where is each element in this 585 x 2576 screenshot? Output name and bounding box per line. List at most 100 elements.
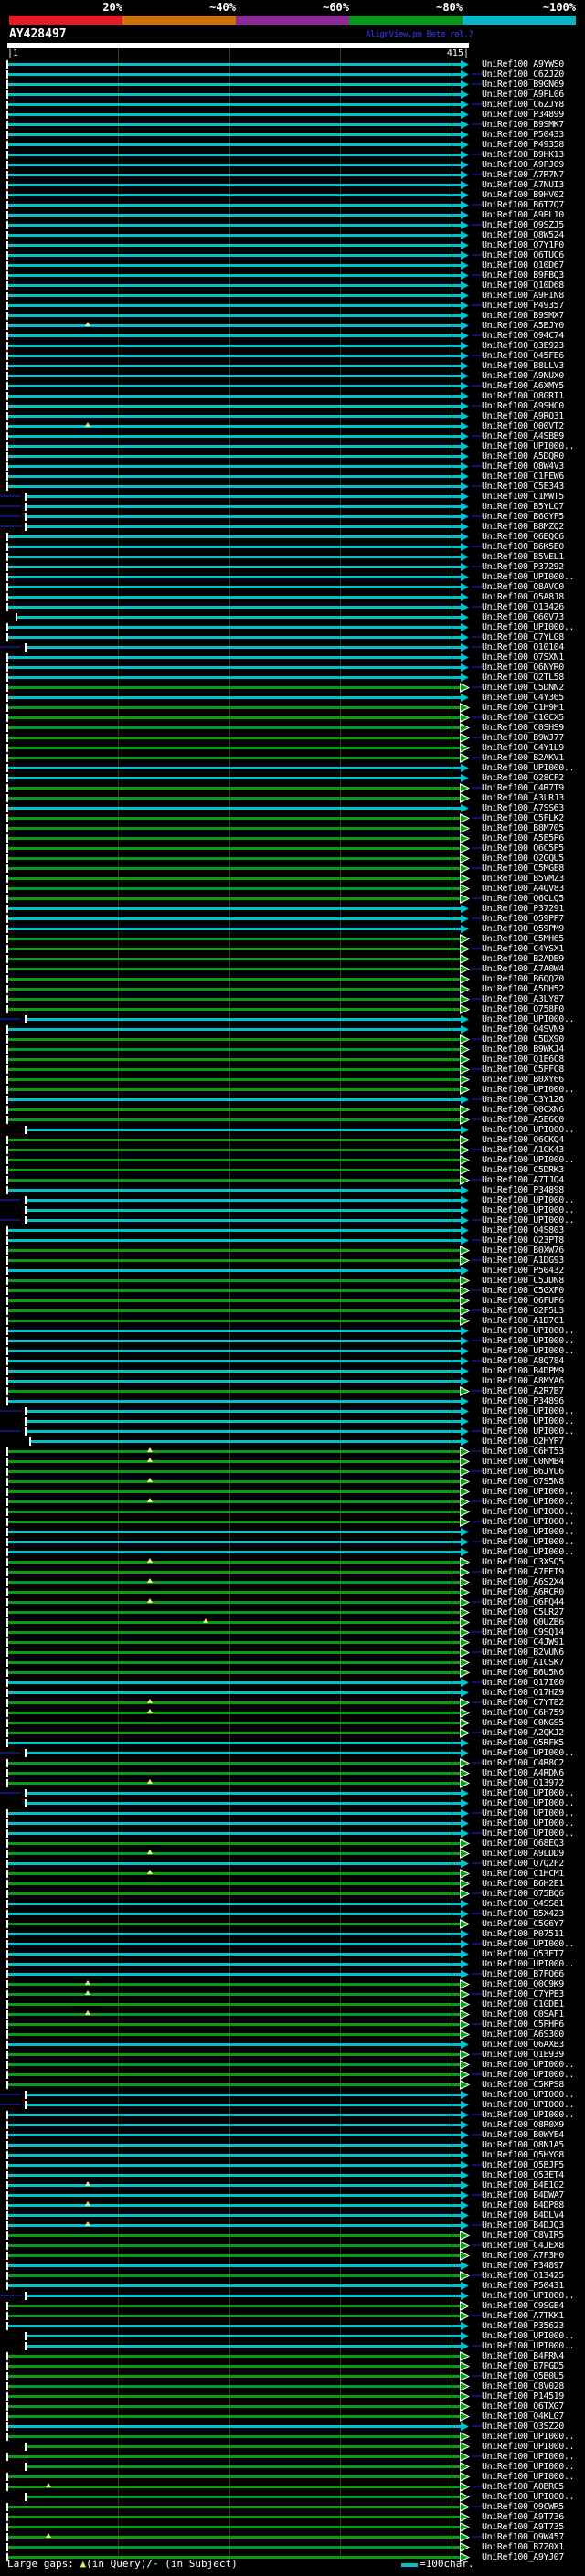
hit-row[interactable]: UniRef100_P50433 [0,130,585,140]
hit-row[interactable]: UniRef100_Q8N1A5 [0,2140,585,2150]
hit-label[interactable]: UniRef100_UPI000.. [482,2331,575,2341]
hit-row[interactable]: UniRef100_A4RDN6 [0,1768,585,1778]
hit-row[interactable]: UniRef100_B5VEL1 [0,552,585,562]
hit-bar[interactable] [7,2526,461,2528]
hit-label[interactable]: UniRef100_UPI000.. [482,1346,575,1356]
hit-row[interactable]: UniRef100_UPI000.. [0,1497,585,1507]
hit-label[interactable]: UniRef100_A7TJQ4 [482,1175,564,1185]
hit-row[interactable]: UniRef100_B9FBQ3 [0,270,585,281]
hit-row[interactable]: UniRef100_C4R7T9 [0,783,585,793]
hit-bar[interactable] [7,1400,461,1403]
hit-bar[interactable] [7,143,461,146]
hit-bar[interactable] [7,2224,461,2227]
hit-bar[interactable] [7,1842,461,1845]
hit-row[interactable]: UniRef100_C5PFC8 [0,1065,585,1075]
hit-bar[interactable] [7,1772,461,1775]
hit-label[interactable]: UniRef100_C9SQ14 [482,1627,564,1638]
hit-label[interactable]: UniRef100_A9PJ09 [482,160,564,170]
hit-label[interactable]: UniRef100_UPI000.. [482,572,575,582]
hit-bar[interactable] [7,1541,461,1543]
hit-label[interactable]: UniRef100_A5E5P6 [482,833,564,843]
hit-bar[interactable] [7,425,461,428]
hit-label[interactable]: UniRef100_Q45FE6 [482,351,564,361]
hit-bar[interactable] [26,646,461,649]
hit-row[interactable]: UniRef100_C5DNN2 [0,683,585,693]
hit-bar[interactable] [7,626,461,629]
hit-label[interactable]: UniRef100_Q4SVN9 [482,1024,564,1034]
hit-bar[interactable] [7,1038,461,1041]
hit-label[interactable]: UniRef100_C8V028 [482,2381,564,2391]
hit-row[interactable]: UniRef100_B5YLQ7 [0,502,585,512]
hit-row[interactable]: UniRef100_B6H2E1 [0,1879,585,1889]
hit-row[interactable]: UniRef100_C4Y365 [0,693,585,703]
hit-label[interactable]: UniRef100_C8VIR5 [482,2231,564,2241]
hit-label[interactable]: UniRef100_C1GDE1 [482,1999,564,2009]
hit-label[interactable]: UniRef100_C0NMB4 [482,1457,564,1467]
hit-row[interactable]: UniRef100_C1HCM1 [0,1869,585,1879]
hit-label[interactable]: UniRef100_Q6FUP6 [482,1296,564,1306]
hit-bar[interactable] [7,2234,461,2237]
hit-label[interactable]: UniRef100_B4DJQ3 [482,2221,564,2231]
hit-bar[interactable] [7,2325,461,2327]
hit-bar[interactable] [7,857,461,860]
hit-label[interactable]: UniRef100_UPI000.. [482,1014,575,1024]
hit-row[interactable]: UniRef100_B7FQ66 [0,1969,585,1979]
hit-label[interactable]: UniRef100_C7YLG8 [482,632,564,642]
hit-label[interactable]: UniRef100_P34898 [482,1185,564,1195]
hit-bar[interactable] [7,113,461,116]
hit-bar[interactable] [7,546,461,548]
hit-row[interactable]: UniRef100_C1H9H1 [0,703,585,713]
hit-row[interactable]: UniRef100_UPI000.. [0,1125,585,1135]
hit-bar[interactable] [26,525,461,528]
hit-bar[interactable] [26,1410,461,1413]
hit-row[interactable]: UniRef100_C5LR27 [0,1607,585,1617]
hit-label[interactable]: UniRef100_Q9CWR5 [482,2502,564,2512]
hit-bar[interactable] [7,2124,461,2126]
hit-label[interactable]: UniRef100_B8M705 [482,823,564,833]
hit-label[interactable]: UniRef100_Q53ET7 [482,1949,564,1959]
hit-row[interactable]: UniRef100_Q94C74 [0,331,585,341]
hit-label[interactable]: UniRef100_B5X423 [482,1909,564,1919]
hit-label[interactable]: UniRef100_C9SGE4 [482,2301,564,2311]
hit-row[interactable]: UniRef100_Q1E6C8 [0,1055,585,1065]
hit-bar[interactable] [7,1340,461,1342]
hit-label[interactable]: UniRef100_UPI000.. [482,1155,575,1165]
hit-row[interactable]: UniRef100_B9HV02 [0,190,585,200]
hit-label[interactable]: UniRef100_UPI000.. [482,1406,575,1416]
hit-row[interactable]: UniRef100_P50432 [0,1266,585,1276]
hit-label[interactable]: UniRef100_Q6TXG7 [482,2401,564,2412]
hit-label[interactable]: UniRef100_A2QKJ2 [482,1728,564,1738]
hit-row[interactable]: UniRef100_UPI000.. [0,1829,585,1839]
hit-row[interactable]: UniRef100_Q6CKQ4 [0,1135,585,1145]
hit-row[interactable]: UniRef100_UPI000.. [0,1426,585,1436]
hit-bar[interactable] [7,938,461,940]
hit-label[interactable]: UniRef100_B7PGD5 [482,2361,564,2371]
hit-label[interactable]: UniRef100_B9WJ77 [482,733,564,743]
hit-label[interactable]: UniRef100_C1FEW6 [482,472,564,482]
hit-row[interactable]: UniRef100_A7TJQ4 [0,1175,585,1185]
hit-label[interactable]: UniRef100_C5E343 [482,482,564,492]
hit-row[interactable]: UniRef100_A7A0W4 [0,964,585,974]
hit-bar[interactable] [7,2506,461,2508]
hit-row[interactable]: UniRef100_C4Y1L9 [0,743,585,753]
hit-row[interactable]: UniRef100_B9SMK7 [0,120,585,130]
hit-label[interactable]: UniRef100_B4E1G2 [482,2180,564,2190]
hit-row[interactable]: UniRef100_UPI000.. [0,1537,585,1547]
hit-row[interactable]: UniRef100_Q2TL58 [0,673,585,683]
hit-row[interactable]: UniRef100_B2ADB9 [0,954,585,964]
hit-bar[interactable] [26,2445,461,2448]
hit-row[interactable]: UniRef100_C9SQ14 [0,1627,585,1638]
hit-label[interactable]: UniRef100_C5PHP6 [482,2019,564,2030]
hit-label[interactable]: UniRef100_Q2TL58 [482,673,564,683]
hit-label[interactable]: UniRef100_C1H9H1 [482,703,564,713]
hit-row[interactable]: UniRef100_Q3SZ20 [0,2422,585,2432]
hit-label[interactable]: UniRef100_UPI000.. [482,763,575,773]
hit-label[interactable]: UniRef100_UPI000.. [482,2472,575,2482]
hit-bar[interactable] [7,1651,461,1654]
hit-label[interactable]: UniRef100_C4JW91 [482,1638,564,1648]
hit-row[interactable]: UniRef100_Q75BQ6 [0,1889,585,1899]
hit-bar[interactable] [7,1360,461,1362]
hit-bar[interactable] [7,1621,461,1624]
hit-label[interactable]: UniRef100_A5BJY0 [482,321,564,331]
hit-bar[interactable] [7,123,461,126]
